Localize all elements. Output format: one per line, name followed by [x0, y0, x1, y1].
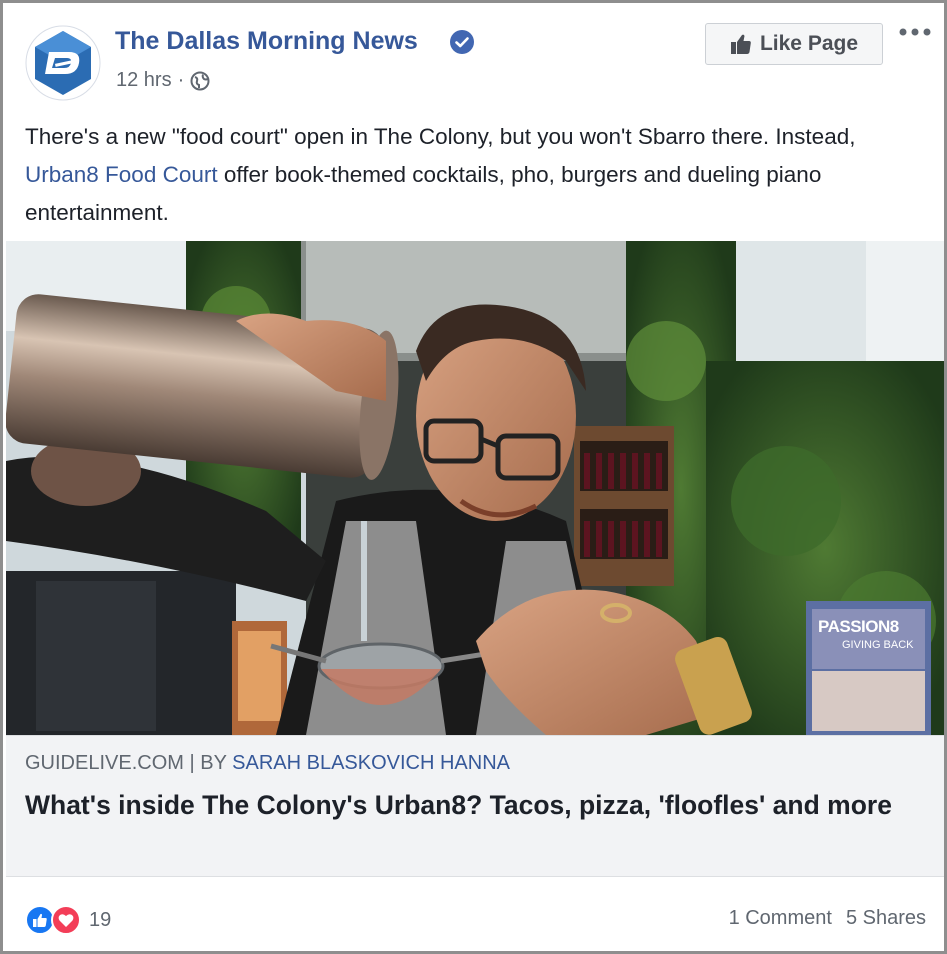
like-page-button[interactable]: Like Page — [705, 23, 883, 65]
shares-count-link[interactable]: 5 Shares — [846, 907, 926, 930]
message-text-1: There's a new "food court" open in The C… — [25, 124, 856, 149]
love-reaction-icon — [51, 905, 81, 935]
sign-subtitle: GIVING BACK — [842, 639, 914, 651]
link-by: BY — [200, 752, 227, 774]
comments-count-link[interactable]: 1 Comment — [729, 907, 832, 930]
page-avatar[interactable] — [25, 25, 101, 101]
urban8-food-court-link[interactable]: Urban8 Food Court — [25, 162, 218, 187]
post-header: The Dallas Morning News 12 hrs · Like Pa… — [3, 3, 944, 113]
link-preview[interactable]: GUIDELIVE.COM | BY SARAH BLASKOVICH HANN… — [6, 735, 944, 877]
reactions-summary[interactable]: 19 — [25, 905, 111, 935]
link-source: GUIDELIVE.COM — [25, 752, 184, 774]
link-source-line: GUIDELIVE.COM | BY SARAH BLASKOVICH HANN… — [25, 752, 510, 775]
link-title[interactable]: What's inside The Colony's Urban8? Tacos… — [25, 788, 925, 823]
reaction-count: 19 — [89, 908, 112, 931]
verified-badge-icon — [450, 30, 474, 54]
globe-icon — [190, 71, 210, 90]
meta-separator: · — [177, 69, 185, 91]
link-source-separator: | — [189, 752, 195, 774]
post-card: The Dallas Morning News 12 hrs · Like Pa… — [0, 0, 947, 954]
more-options-icon[interactable] — [898, 25, 932, 39]
sign-title: PASSION8 — [818, 617, 899, 636]
bartender-photo — [6, 241, 944, 735]
post-meta: 12 hrs · — [116, 69, 210, 92]
post-message: There's a new "food court" open in The C… — [25, 118, 930, 232]
engagement-counts: 1 Comment 5 Shares — [729, 907, 926, 930]
post-photo[interactable]: PASSION8 GIVING BACK — [6, 241, 944, 735]
like-page-label: Like Page — [759, 32, 859, 55]
thumbs-up-icon — [730, 34, 751, 54]
link-author[interactable]: SARAH BLASKOVICH HANNA — [232, 752, 510, 774]
post-timestamp[interactable]: 12 hrs — [116, 69, 172, 92]
page-name-link[interactable]: The Dallas Morning News — [115, 27, 418, 56]
post-footer: 19 1 Comment 5 Shares — [3, 877, 944, 951]
